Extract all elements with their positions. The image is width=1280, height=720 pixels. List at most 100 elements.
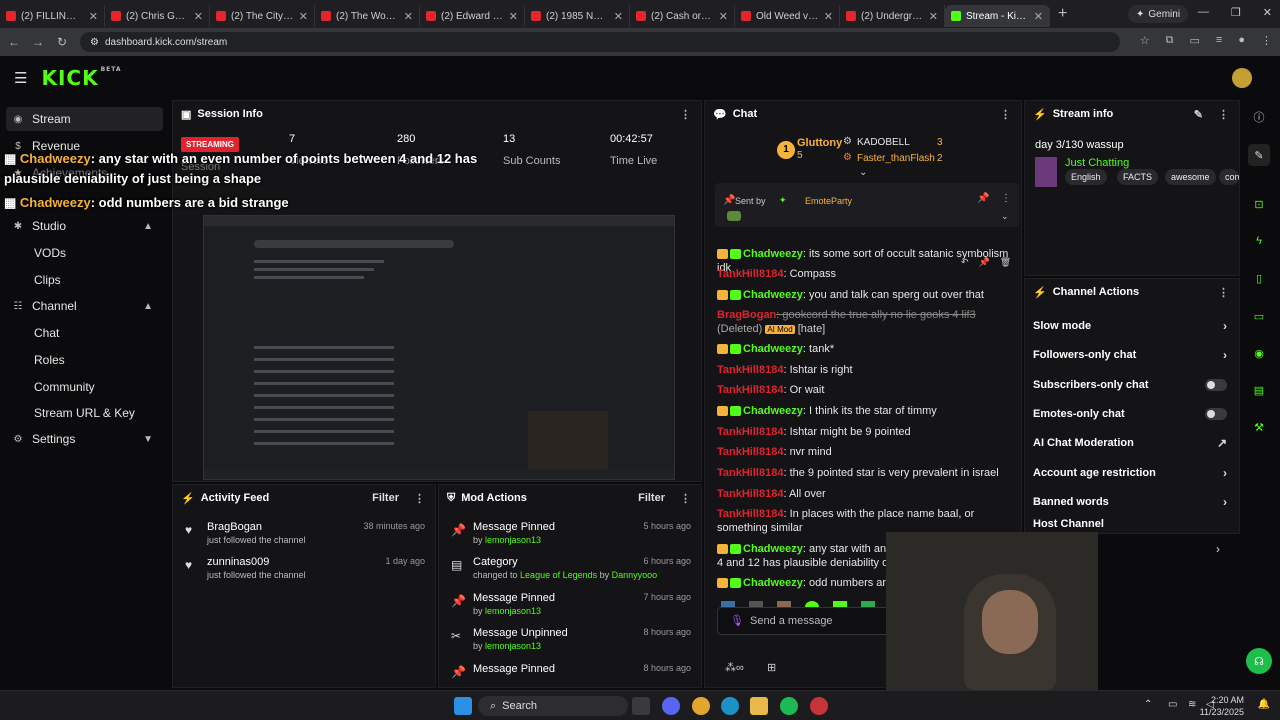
tab-search-icon[interactable]: ≡ <box>1216 34 1222 47</box>
wrench-icon[interactable]: ⚒ <box>1248 416 1270 438</box>
tag[interactable]: awesome <box>1165 169 1216 185</box>
menu-dots-icon[interactable]: ⋮ <box>680 108 691 121</box>
hamburger-menu-icon[interactable]: ☰ <box>14 69 27 87</box>
browser-tab[interactable]: Old Weed vs Ne✕ <box>735 5 840 27</box>
filter-button[interactable]: Filter <box>638 492 665 504</box>
browser-tab[interactable]: (2) 1985 NEWS✕ <box>525 5 630 27</box>
subscribers-only-toggle[interactable] <box>1205 379 1227 391</box>
host-channel-action[interactable]: Host Channel <box>1033 517 1231 531</box>
edge-icon[interactable] <box>721 697 739 715</box>
gift-icon[interactable]: ⊞ <box>767 661 776 674</box>
banned-words-action[interactable]: Banned words › <box>1033 492 1231 512</box>
sidebar-item-roles[interactable]: Roles <box>34 353 65 367</box>
edit-pencil-icon[interactable]: ✎ <box>1248 144 1270 166</box>
followers-only-action[interactable]: Followers-only chat › <box>1033 345 1231 365</box>
chevron-down-icon[interactable]: ⌄ <box>1001 211 1009 222</box>
close-tab-icon[interactable]: ✕ <box>194 10 203 23</box>
tray-chevron-icon[interactable]: ⌃ <box>1144 699 1152 710</box>
close-tab-icon[interactable]: ✕ <box>614 10 623 23</box>
browser-tab[interactable]: (2) Undergroun ✕ <box>840 5 945 27</box>
emote-picker-icon[interactable]: ⁂∞ <box>725 661 744 674</box>
edit-pencil-icon[interactable]: ✎ <box>1194 108 1203 121</box>
close-tab-icon[interactable]: ✕ <box>719 10 728 23</box>
stream-preview[interactable] <box>203 215 675 480</box>
app-icon[interactable] <box>810 697 828 715</box>
menu-dots-icon[interactable]: ⋮ <box>1001 193 1011 204</box>
filter-button[interactable]: Filter <box>372 492 399 504</box>
wifi-icon[interactable]: ≋ <box>1188 699 1196 710</box>
broadcast-icon[interactable]: ◉ <box>1248 342 1270 364</box>
close-tab-icon[interactable]: ✕ <box>299 10 308 23</box>
close-tab-icon[interactable]: ✕ <box>404 10 413 23</box>
emotes-only-toggle[interactable] <box>1205 408 1227 420</box>
expand-leaderboard-icon[interactable]: ⌄ <box>859 167 867 178</box>
layout-icon[interactable]: ⊡ <box>1248 193 1270 215</box>
sidebar-item-channel[interactable]: ☷ Channel ▲ <box>6 294 163 318</box>
file-explorer-icon[interactable] <box>750 697 768 715</box>
browser-tab[interactable]: (2) Edward 40 H✕ <box>420 5 525 27</box>
spotify-icon[interactable] <box>780 697 798 715</box>
url-field[interactable]: ⚙ dashboard.kick.com/stream <box>80 32 1120 52</box>
bookmark-star-icon[interactable]: ☆ <box>1140 34 1150 47</box>
discord-icon[interactable] <box>662 697 680 715</box>
back-icon[interactable]: ← <box>4 35 24 49</box>
menu-dots-icon[interactable]: ⋮ <box>1218 286 1229 299</box>
cast-icon[interactable]: ▭ <box>1190 34 1200 47</box>
gemini-button[interactable]: ✦ Gemini <box>1128 5 1189 23</box>
info-icon[interactable]: ⓘ <box>1248 106 1270 128</box>
slow-mode-action[interactable]: Slow mode › <box>1033 316 1231 336</box>
windows-start-icon[interactable] <box>454 697 472 715</box>
browser-tab-active[interactable]: Stream - Kick D✕ <box>945 5 1050 27</box>
close-tab-icon[interactable]: ✕ <box>1034 10 1043 23</box>
close-tab-icon[interactable]: ✕ <box>509 10 518 23</box>
sidebar-item-chat[interactable]: Chat <box>34 326 59 340</box>
leaderboard-user[interactable]: KADOBELL <box>857 137 910 148</box>
browser-tab[interactable]: (2) The World's ✕ <box>315 5 420 27</box>
tag[interactable]: FACTS <box>1117 169 1159 185</box>
tag[interactable]: English <box>1065 169 1107 185</box>
menu-dots-icon[interactable]: ⋮ <box>414 492 425 505</box>
tag[interactable]: cons <box>1219 169 1239 185</box>
kick-logo[interactable]: KICK BETA <box>41 66 121 90</box>
forward-icon[interactable]: → <box>28 35 48 49</box>
site-info-icon[interactable]: ⚙ <box>90 37 99 48</box>
close-tab-icon[interactable]: ✕ <box>89 10 98 23</box>
sidebar-item-studio[interactable]: ✱ Studio ▲ <box>6 214 163 238</box>
browser-tab[interactable]: (2) Chris Gaine ✕ <box>105 5 210 27</box>
chat-bubble-icon[interactable]: ▭ <box>1248 305 1270 327</box>
unpin-icon[interactable]: 📌 <box>977 193 989 204</box>
network-icon[interactable]: ▭ <box>1168 699 1177 710</box>
lightning-icon[interactable]: ϟ <box>1248 230 1270 252</box>
support-chat-icon[interactable]: ☊ <box>1246 648 1272 674</box>
sidebar-item-vods[interactable]: VODs <box>34 246 66 260</box>
taskbar-clock[interactable]: 2:20 AM 11/23/2025 <box>1200 694 1244 718</box>
chevron-right-icon[interactable]: › <box>1216 542 1220 556</box>
reload-icon[interactable]: ↻ <box>52 35 72 49</box>
new-tab-button[interactable]: + <box>1058 5 1067 23</box>
account-age-action[interactable]: Account age restriction › <box>1033 463 1231 483</box>
close-window-icon[interactable]: ✕ <box>1263 6 1272 19</box>
document-icon[interactable]: ▯ <box>1248 267 1270 289</box>
minimize-icon[interactable]: — <box>1198 6 1209 19</box>
browser-tab[interactable]: (2) Cash or Flig ✕ <box>630 5 735 27</box>
sidebar-item-stream-url[interactable]: Stream URL & Key <box>34 406 135 420</box>
menu-dots-icon[interactable]: ⋮ <box>1261 34 1272 47</box>
menu-dots-icon[interactable]: ⋮ <box>1000 108 1011 121</box>
chrome-icon[interactable] <box>692 697 710 715</box>
user-avatar[interactable] <box>1232 68 1252 88</box>
steam-icon[interactable] <box>632 697 650 715</box>
menu-dots-icon[interactable]: ⋮ <box>680 492 691 505</box>
taskbar-search[interactable]: ⌕ Search <box>478 696 628 716</box>
sidebar-item-community[interactable]: Community <box>34 380 95 394</box>
notification-bell-icon[interactable]: 🔔 <box>1258 699 1270 710</box>
mic-icon[interactable]: 🎙 <box>730 614 744 627</box>
browser-tab[interactable]: (2) The City Go ✕ <box>210 5 315 27</box>
sidebar-item-clips[interactable]: Clips <box>34 273 61 287</box>
profile-icon[interactable]: ● <box>1238 34 1245 47</box>
stream-category[interactable]: Just Chatting <box>1065 157 1129 169</box>
close-tab-icon[interactable]: ✕ <box>824 10 833 23</box>
close-tab-icon[interactable]: ✕ <box>929 10 938 23</box>
maximize-icon[interactable]: ❐ <box>1231 6 1241 19</box>
ai-moderation-action[interactable]: AI Chat Moderation ↗ <box>1033 433 1231 453</box>
grid-icon[interactable]: ▤ <box>1248 379 1270 401</box>
